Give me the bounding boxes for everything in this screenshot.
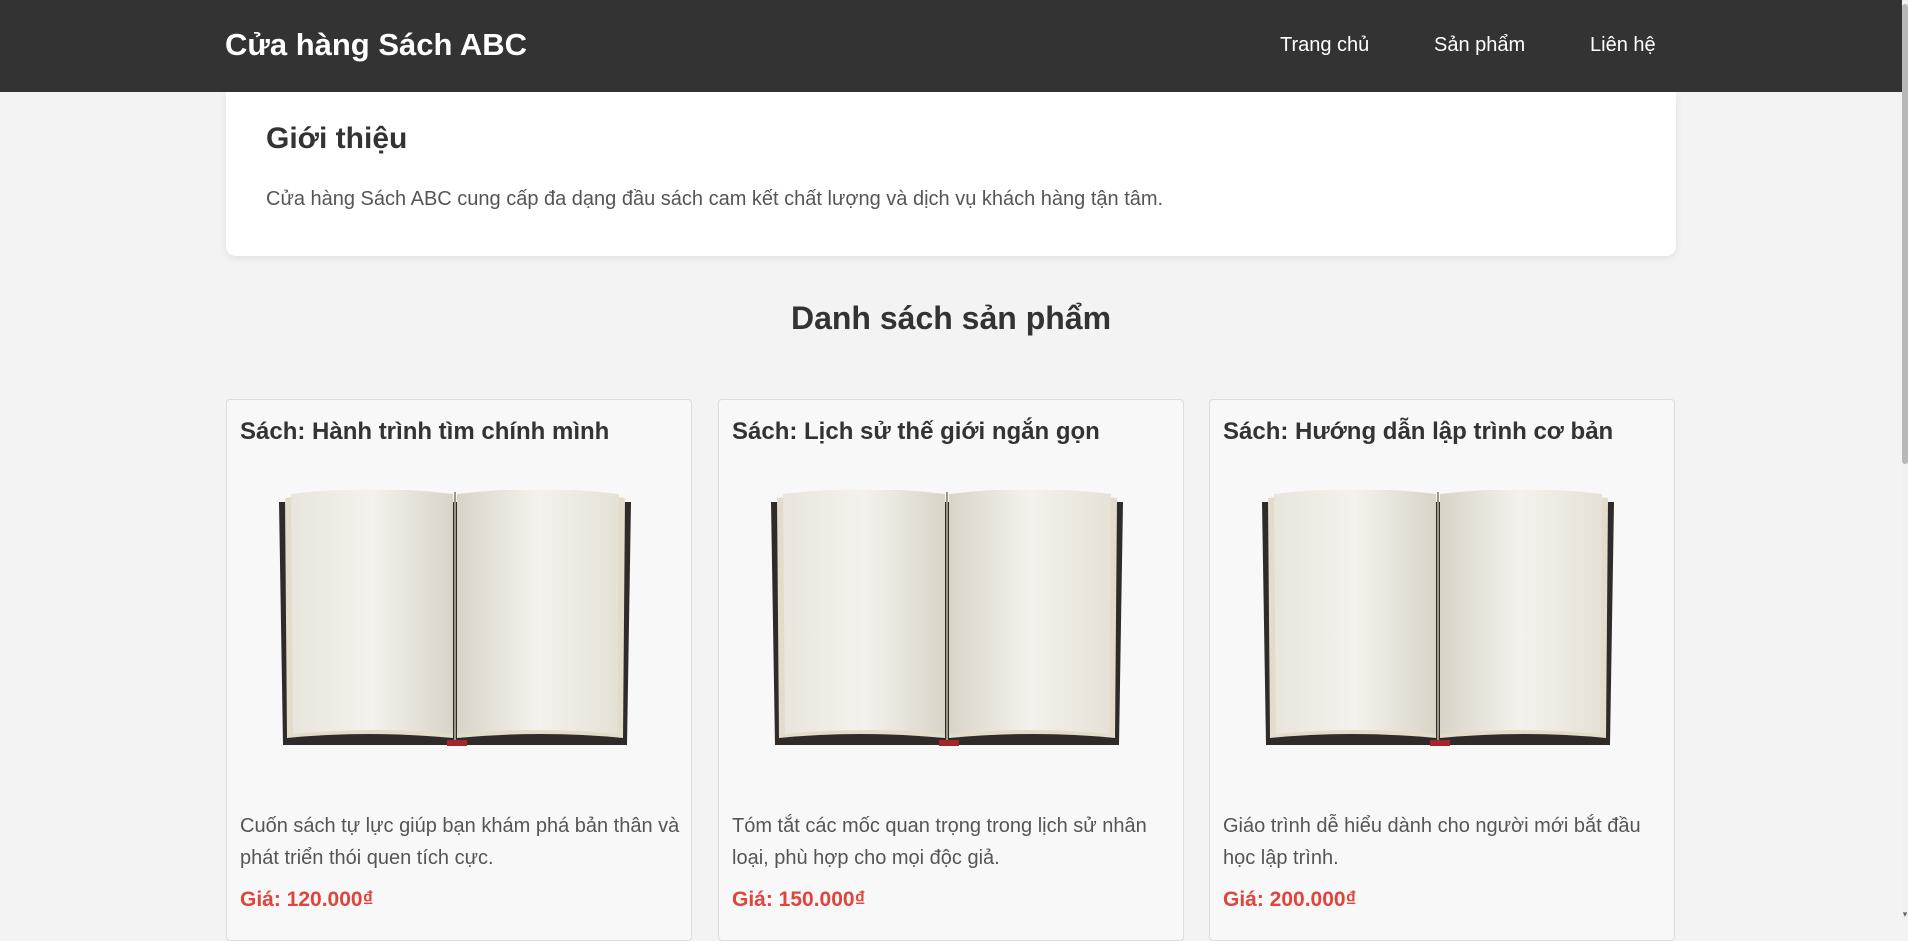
product-description: Cuốn sách tự lực giúp bạn khám phá bản t…: [240, 815, 680, 869]
product-description: Giáo trình dễ hiểu dành cho người mới bắ…: [1223, 815, 1641, 869]
scrollbar-thumb[interactable]: [1902, 4, 1908, 464]
open-book-image: [1262, 490, 1614, 746]
nav-link-home[interactable]: Trang chủ: [1280, 34, 1369, 57]
product-price: Giá: 200.000₫: [1223, 888, 1357, 911]
open-book-image: [279, 490, 631, 746]
products-section-title: Danh sách sản phẩm: [790, 300, 1112, 336]
product-card: Sách: Hành trình tìm chính mình Cuốn sác…: [226, 399, 692, 941]
intro-text: Cửa hàng Sách ABC cung cấp đa dạng đầu s…: [266, 188, 1164, 210]
product-title: Sách: Lịch sử thế giới ngắn gọn: [732, 418, 1100, 445]
product-card: Sách: Lịch sử thế giới ngắn gọn Tóm tắt …: [718, 399, 1184, 941]
product-title: Sách: Hành trình tìm chính mình: [240, 418, 610, 445]
product-card: Sách: Hướng dẫn lập trình cơ bản Giáo tr…: [1209, 399, 1675, 941]
open-book-image: [771, 490, 1123, 746]
intro-section: Giới thiệu Cửa hàng Sách ABC cung cấp đa…: [226, 92, 1676, 256]
scroll-down-arrow-icon[interactable]: ▾: [1902, 909, 1908, 920]
intro-title: Giới thiệu: [266, 122, 408, 155]
site-brand[interactable]: Cửa hàng Sách ABC: [225, 27, 527, 63]
vertical-scrollbar[interactable]: ▾: [1902, 0, 1908, 922]
product-description: Tóm tắt các mốc quan trọng trong lịch sử…: [732, 815, 1147, 869]
product-title: Sách: Hướng dẫn lập trình cơ bản: [1223, 418, 1614, 445]
nav-link-products[interactable]: Sản phẩm: [1434, 34, 1525, 57]
nav-link-contact[interactable]: Liên hệ: [1590, 34, 1656, 57]
product-price: Giá: 150.000₫: [732, 888, 866, 911]
top-navbar: Cửa hàng Sách ABC Trang chủ Sản phẩm Liê…: [0, 0, 1902, 92]
product-price: Giá: 120.000₫: [240, 888, 374, 911]
